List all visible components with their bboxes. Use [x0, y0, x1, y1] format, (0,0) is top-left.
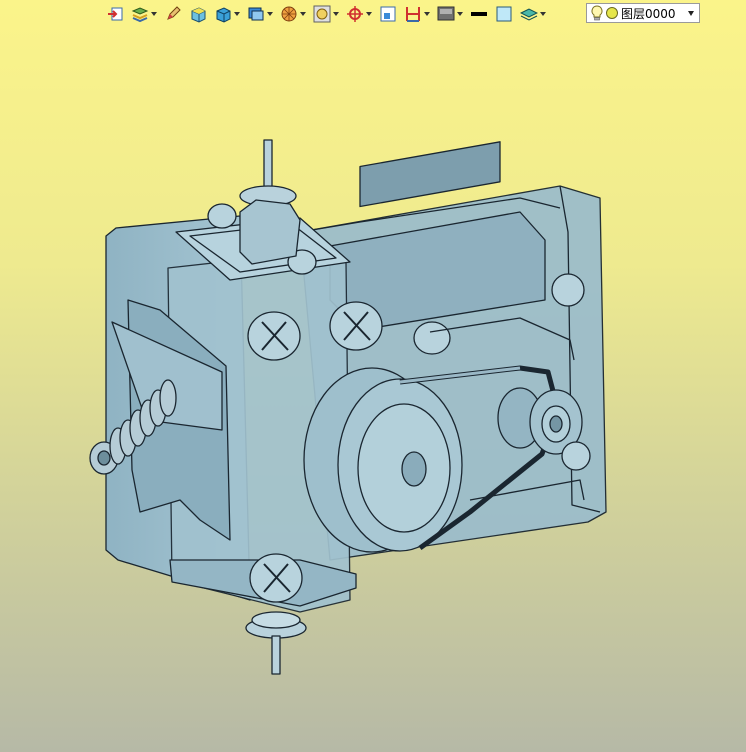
frame-select-button[interactable]	[377, 3, 399, 25]
shaded-box-icon	[191, 7, 206, 23]
pencil-button[interactable]	[162, 3, 184, 25]
shaded-box-button[interactable]	[187, 3, 209, 25]
exit-sketch-button[interactable]	[104, 3, 126, 25]
dimension-icon	[406, 7, 420, 22]
display-mode-button[interactable]	[435, 3, 465, 25]
lightbulb-icon	[591, 5, 603, 21]
line-style-button[interactable]	[468, 3, 490, 25]
top-fitting	[239, 139, 301, 265]
extruder-assembly-model	[89, 139, 607, 675]
orient-icon	[347, 6, 363, 22]
line-style-icon	[471, 12, 487, 16]
layer-color-swatch	[606, 7, 618, 19]
render-sphere-icon	[281, 6, 297, 22]
layers-button[interactable]	[129, 3, 159, 25]
frame-select-icon	[380, 6, 396, 22]
fill-color-icon	[496, 6, 512, 22]
view-cube-icon	[248, 7, 264, 21]
zoom-fit-icon	[313, 5, 331, 23]
zoom-fit-button[interactable]	[311, 3, 341, 25]
layer-stack-icon	[520, 8, 538, 21]
fill-color-button[interactable]	[493, 3, 515, 25]
3d-viewport[interactable]	[0, 28, 746, 752]
layer-dropdown[interactable]: 图层0000	[586, 3, 700, 23]
solid-box-button[interactable]	[212, 3, 242, 25]
solid-box-icon	[216, 7, 231, 23]
chevron-down-icon	[688, 10, 694, 16]
orient-button[interactable]	[344, 3, 374, 25]
layer-stack-button[interactable]	[518, 3, 548, 25]
pencil-icon	[167, 6, 181, 20]
view-cube-button[interactable]	[245, 3, 275, 25]
render-sphere-button[interactable]	[278, 3, 308, 25]
dimension-button[interactable]	[402, 3, 432, 25]
display-mode-icon	[437, 6, 455, 21]
exit-sketch-icon	[108, 7, 123, 21]
bottom-fitting	[245, 611, 307, 675]
layer-name: 图层0000	[621, 6, 676, 21]
layers-icon	[131, 7, 149, 23]
